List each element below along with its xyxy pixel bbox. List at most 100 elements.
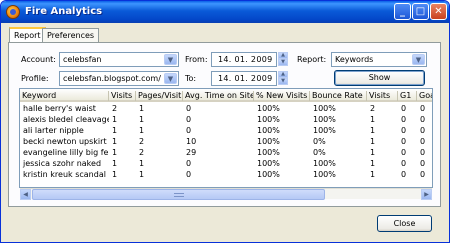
close-window-button[interactable]: ✕ — [430, 3, 447, 20]
window-title: Fire Analytics — [25, 6, 103, 17]
table-cell: 0 — [420, 104, 426, 113]
column-header[interactable]: Goal — [417, 91, 432, 101]
spinner-up-icon[interactable]: ▲ — [278, 52, 288, 59]
table-cell: 2 — [370, 104, 376, 113]
table-row[interactable]: alexis bledel cleavage 1 1 0 100% 100% 1 0 0 — [20, 115, 432, 126]
from-date-value: 14. 01. 2009 — [218, 55, 273, 64]
table-cell: 100% — [257, 104, 280, 113]
table-cell: 1 — [370, 137, 376, 146]
table-cell: 0 — [186, 126, 192, 135]
spinner-down-icon[interactable]: ▼ — [278, 78, 288, 85]
from-date-spinner[interactable]: ▲ ▼ — [278, 52, 288, 67]
table-cell: ali larter nipple — [23, 126, 84, 135]
table-row[interactable]: jessica szohr naked 1 1 0 100% 100% 1 0 0 — [20, 159, 432, 170]
table-cell: 1 — [139, 159, 145, 168]
to-label: To: — [185, 74, 197, 83]
table-row[interactable]: becki newton upskirt 1 2 10 100% 0% 1 0 0 — [20, 137, 432, 148]
table-cell: 0 — [401, 137, 407, 146]
title-bar[interactable]: Fire Analytics _ □ ✕ — [1, 1, 449, 23]
column-header[interactable]: Visits — [367, 91, 398, 101]
table-cell: 0 — [420, 115, 426, 124]
show-button[interactable]: Show — [334, 70, 425, 86]
chevron-down-icon[interactable]: ▼ — [164, 73, 177, 84]
table-cell: 1 — [370, 170, 376, 179]
account-value: celebsfan — [63, 55, 102, 64]
table-cell: 100% — [257, 148, 280, 157]
app-window: Fire Analytics _ □ ✕ Report Preferences … — [0, 0, 450, 243]
table-cell: alexis bledel cleavage — [23, 115, 109, 124]
table-cell: 100% — [257, 126, 280, 135]
tab-preferences[interactable]: Preferences — [42, 28, 100, 42]
minimize-button[interactable]: _ — [394, 3, 411, 20]
table-cell: 1 — [112, 170, 118, 179]
report-type-value: Keywords — [335, 55, 374, 64]
table-row[interactable]: kristin kreuk scandal 1 1 0 100% 100% 1 0 0 — [20, 170, 432, 181]
table-cell: 0% — [313, 148, 326, 157]
table-cell: 2 — [112, 104, 118, 113]
from-date-input[interactable]: 14. 01. 2009 — [211, 52, 277, 67]
table-cell: 1 — [139, 115, 145, 124]
column-header[interactable]: % New Visits — [254, 91, 310, 101]
table-cell: 0 — [401, 170, 407, 179]
maximize-icon: □ — [415, 6, 426, 17]
table-cell: 100% — [313, 159, 336, 168]
table-cell: 0 — [420, 159, 426, 168]
table-row[interactable]: halle berry's waist 2 1 0 100% 100% 2 0 0 — [20, 104, 432, 115]
account-select[interactable]: celebsfan ▼ — [59, 52, 179, 67]
chevron-down-icon[interactable]: ▼ — [412, 54, 425, 65]
table-cell: 2 — [139, 137, 145, 146]
table-cell: 1 — [139, 104, 145, 113]
column-header[interactable]: Avg. Time on Site — [183, 91, 254, 101]
table-cell: 1 — [112, 148, 118, 157]
column-header[interactable]: Keyword — [20, 91, 109, 101]
table-cell: 1 — [112, 137, 118, 146]
maximize-button[interactable]: □ — [412, 3, 429, 20]
close-icon: ✕ — [434, 6, 443, 17]
to-date-input[interactable]: 14. 01. 2009 — [211, 71, 277, 86]
close-button[interactable]: Close — [377, 215, 432, 232]
table-cell: 0 — [401, 126, 407, 135]
spinner-up-icon[interactable]: ▲ — [278, 71, 288, 78]
table-cell: 0 — [186, 104, 192, 113]
table-cell: 1 — [370, 159, 376, 168]
horizontal-scrollbar[interactable]: ◀ ▶ — [20, 188, 432, 200]
table-cell: 0 — [401, 148, 407, 157]
table-cell: 0 — [186, 170, 192, 179]
table-cell: 100% — [257, 115, 280, 124]
table-cell: 1 — [370, 148, 376, 157]
profile-select[interactable]: celebsfan.blogspot.com/ ▼ — [59, 71, 179, 86]
column-header[interactable]: Bounce Rate — [310, 91, 367, 101]
table-cell: 0 — [401, 104, 407, 113]
table-cell: 0 — [420, 137, 426, 146]
table-cell: 0 — [420, 148, 426, 157]
table-cell: 1 — [370, 115, 376, 124]
table-cell: 100% — [313, 170, 336, 179]
report-type-select[interactable]: Keywords ▼ — [331, 52, 427, 67]
minimize-icon: _ — [400, 6, 405, 17]
keywords-table: Keyword Visits Pages/Visit Avg. Time on Sit… — [19, 88, 433, 188]
table-cell: 0 — [420, 170, 426, 179]
chevron-down-icon[interactable]: ▼ — [164, 54, 177, 65]
table-cell: jessica szohr naked — [23, 159, 102, 168]
scroll-right-icon[interactable]: ▶ — [421, 189, 432, 200]
table-row[interactable]: evangeline lilly big feet 1 2 29 100% 0% 1 0 0 — [20, 148, 432, 159]
table-cell: 1 — [370, 126, 376, 135]
column-header[interactable]: Visits — [109, 91, 136, 101]
scroll-left-icon[interactable]: ◀ — [20, 189, 31, 200]
table-row[interactable]: ali larter nipple 1 1 0 100% 100% 1 0 0 — [20, 126, 432, 137]
to-date-spinner[interactable]: ▲ ▼ — [278, 71, 288, 86]
account-label: Account: — [21, 55, 56, 64]
table-cell: 1 — [112, 126, 118, 135]
table-header: Keyword Visits Pages/Visit Avg. Time on Sit… — [20, 89, 432, 102]
scroll-thumb[interactable] — [32, 189, 325, 200]
table-cell: becki newton upskirt — [23, 137, 107, 146]
table-cell: 29 — [186, 148, 197, 157]
column-header[interactable]: Pages/Visit — [136, 91, 183, 101]
table-cell: evangeline lilly big feet — [23, 148, 109, 157]
table-cell: 1 — [139, 126, 145, 135]
profile-label: Profile: — [21, 74, 49, 83]
column-header[interactable]: G1 — [398, 91, 417, 101]
spinner-down-icon[interactable]: ▼ — [278, 59, 288, 66]
table-cell: 0 — [401, 115, 407, 124]
tab-report[interactable]: Report — [9, 27, 46, 42]
